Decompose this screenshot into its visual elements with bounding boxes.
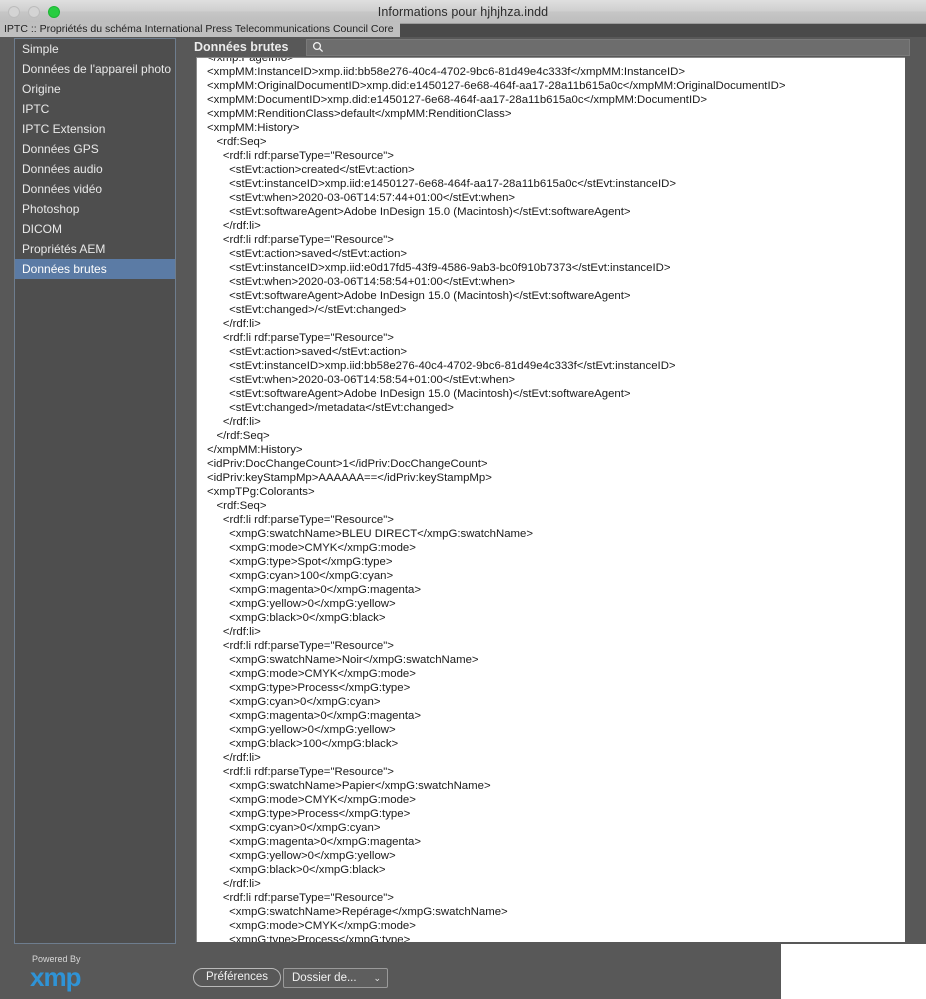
category-sidebar[interactable]: Simple Données de l'appareil photo Origi… xyxy=(14,38,176,944)
window-titlebar: Informations pour hjhjhza.indd xyxy=(0,0,926,24)
sidebar-item-raw-data[interactable]: Données brutes xyxy=(15,259,175,279)
search-input[interactable] xyxy=(324,40,909,55)
xmp-brand-label: xmp xyxy=(30,964,150,990)
schema-breadcrumb: IPTC :: Propriétés du schéma Internation… xyxy=(0,22,400,37)
sidebar-item-photoshop[interactable]: Photoshop xyxy=(15,199,175,219)
sidebar-item-iptc[interactable]: IPTC xyxy=(15,99,175,119)
folder-dropdown-label: Dossier de... xyxy=(292,972,357,984)
panel-title: Données brutes xyxy=(194,40,288,54)
sidebar-item-iptc-extension[interactable]: IPTC Extension xyxy=(15,119,175,139)
folder-dropdown[interactable]: Dossier de... ⌄ xyxy=(283,968,388,988)
sidebar-item-aem-properties[interactable]: Propriétés AEM xyxy=(15,239,175,259)
minimize-button[interactable] xyxy=(28,6,40,18)
sidebar-item-video-data[interactable]: Données vidéo xyxy=(15,179,175,199)
sidebar-item-simple[interactable]: Simple xyxy=(15,39,175,59)
sidebar-item-gps-data[interactable]: Données GPS xyxy=(15,139,175,159)
chevron-down-icon: ⌄ xyxy=(373,973,381,984)
preferences-button[interactable]: Préférences xyxy=(193,968,281,987)
sidebar-item-dicom[interactable]: DICOM xyxy=(15,219,175,239)
sidebar-item-audio-data[interactable]: Données audio xyxy=(15,159,175,179)
window-title: Informations pour hjhjhza.indd xyxy=(0,5,926,19)
search-icon xyxy=(312,41,324,53)
panel-header: Données brutes xyxy=(186,36,926,58)
metadata-info-window: Informations pour hjhjhza.indd IPTC :: P… xyxy=(0,0,926,999)
sidebar-item-camera-data[interactable]: Données de l'appareil photo xyxy=(15,59,175,79)
raw-data-content-pane[interactable]: </xmp:PageInfo> <xmpMM:InstanceID>xmp.ii… xyxy=(196,57,905,942)
close-button[interactable] xyxy=(8,6,20,18)
xmp-logo: Powered By xmp xyxy=(30,954,150,990)
footer-white-gap xyxy=(781,944,926,999)
window-controls xyxy=(8,6,60,18)
xmp-raw-text: </xmp:PageInfo> <xmpMM:InstanceID>xmp.ii… xyxy=(197,57,905,942)
zoom-button[interactable] xyxy=(48,6,60,18)
search-box[interactable] xyxy=(306,39,910,56)
sidebar-item-origine[interactable]: Origine xyxy=(15,79,175,99)
